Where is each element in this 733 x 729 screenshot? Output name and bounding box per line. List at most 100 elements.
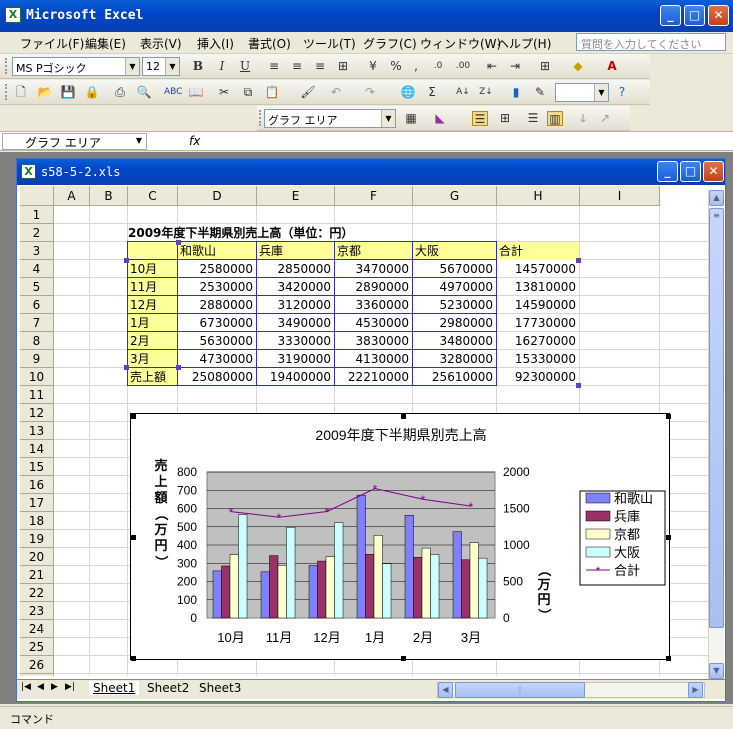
currency-icon[interactable]: ¥ xyxy=(365,59,381,74)
row-header[interactable]: 26 xyxy=(20,656,54,674)
row-header[interactable]: 17 xyxy=(20,494,54,512)
align-left-icon[interactable]: ≡ xyxy=(266,59,282,74)
bar-大阪[interactable] xyxy=(286,527,296,619)
menu-item[interactable]: 書式(O) xyxy=(248,35,291,52)
column-header[interactable]: B xyxy=(90,186,128,206)
chart-selection-handle[interactable] xyxy=(401,414,406,419)
sheet-tab-sheet2[interactable]: Sheet2 xyxy=(143,681,193,695)
ask-question-input[interactable]: 質問を入力してください xyxy=(576,33,726,51)
toolbar-grip[interactable] xyxy=(5,58,8,74)
paste-icon[interactable]: 📋 xyxy=(264,85,280,100)
bar-和歌山[interactable] xyxy=(356,494,366,619)
data-table-icon[interactable]: ⊞ xyxy=(497,111,513,126)
workbook-close-button[interactable]: ✕ xyxy=(703,161,724,182)
menu-item[interactable]: グラフ(C) xyxy=(363,35,417,52)
align-right-icon[interactable]: ≡ xyxy=(312,59,328,74)
row-header[interactable]: 8 xyxy=(20,332,54,350)
chart-object-select[interactable]: グラフ エリア ▼ xyxy=(264,109,396,128)
total-value-cell[interactable]: 92300000 xyxy=(497,368,579,386)
row-header[interactable]: 14 xyxy=(20,440,54,458)
value-cell[interactable]: 14570000 xyxy=(497,260,579,278)
drawing-icon[interactable]: ✎ xyxy=(532,85,548,100)
bar-京都[interactable] xyxy=(277,565,287,619)
row-header[interactable]: 15 xyxy=(20,458,54,476)
value-cell[interactable]: 16270000 xyxy=(497,332,579,350)
row-header[interactable]: 18 xyxy=(20,512,54,530)
row-header[interactable]: 16 xyxy=(20,476,54,494)
align-center-icon[interactable]: ≡ xyxy=(289,59,305,74)
bar-京都[interactable] xyxy=(421,547,431,619)
range-handle[interactable] xyxy=(124,365,129,370)
column-header[interactable]: E xyxy=(257,186,335,206)
workbook-restore-button[interactable]: □ xyxy=(680,161,701,182)
row-header[interactable]: 10 xyxy=(20,368,54,386)
row-header[interactable]: 22 xyxy=(20,584,54,602)
row-header[interactable]: 19 xyxy=(20,530,54,548)
column-header[interactable]: I xyxy=(580,186,660,206)
row-header[interactable]: 21 xyxy=(20,566,54,584)
permission-icon[interactable]: 🔒 xyxy=(84,85,100,100)
by-row-icon[interactable]: ☰ xyxy=(525,111,541,126)
bar-大阪[interactable] xyxy=(238,514,248,619)
bar-和歌山[interactable] xyxy=(404,515,414,619)
row-header[interactable]: 7 xyxy=(20,314,54,332)
chart-area[interactable]: 0 100 200 300 400 500 600 700 800 0 500 1000 1500 200… xyxy=(130,413,671,661)
bar-和歌山[interactable] xyxy=(308,565,318,619)
bold-button[interactable]: B xyxy=(190,59,206,74)
format-painter-icon[interactable]: 🖌 xyxy=(300,85,316,100)
menu-item[interactable]: 挿入(I) xyxy=(197,35,234,52)
scroll-thumb[interactable]: ≡ xyxy=(709,208,724,628)
bar-大阪[interactable] xyxy=(334,522,344,619)
hyperlink-icon[interactable]: 🌐 xyxy=(400,85,416,100)
tab-nav-first-icon[interactable]: |◀ xyxy=(21,682,31,692)
scroll-down-button[interactable]: ▼ xyxy=(709,663,724,679)
menu-item[interactable]: 編集(E) xyxy=(85,35,126,52)
value-cell[interactable]: 17730000 xyxy=(497,314,579,332)
menu-item[interactable]: 表示(V) xyxy=(140,35,182,52)
fill-color-icon[interactable]: ◆ xyxy=(570,59,586,74)
sheet-tab-sheet1[interactable]: Sheet1 xyxy=(89,681,140,695)
increase-decimal-icon[interactable]: .0 xyxy=(430,59,446,74)
row-header[interactable]: 2 xyxy=(20,224,54,242)
row-header[interactable]: 6 xyxy=(20,296,54,314)
undo-icon[interactable]: ↶ xyxy=(328,85,344,100)
print-icon[interactable]: ⎙ xyxy=(112,85,128,100)
bar-兵庫[interactable] xyxy=(413,556,423,619)
embedded-chart[interactable]: 0 100 200 300 400 500 600 700 800 0 500 1000 1500 200… xyxy=(131,414,671,661)
column-header[interactable]: A xyxy=(54,186,90,206)
range-handle[interactable] xyxy=(176,240,181,245)
vertical-scrollbar[interactable]: ▲ ≡ ▼ xyxy=(708,190,724,680)
print-preview-icon[interactable]: 🔍 xyxy=(136,85,152,100)
new-file-icon[interactable]: 🗋 xyxy=(13,85,29,100)
chart-selection-handle[interactable] xyxy=(666,414,671,419)
research-icon[interactable]: 📖 xyxy=(188,85,204,100)
row-header[interactable]: 9 xyxy=(20,350,54,368)
row-header[interactable]: 23 xyxy=(20,602,54,620)
underline-button[interactable]: U xyxy=(237,59,253,74)
decrease-decimal-icon[interactable]: .00 xyxy=(455,59,471,74)
bar-大阪[interactable] xyxy=(430,554,440,619)
chart-selection-handle[interactable] xyxy=(666,656,671,661)
close-button[interactable]: ✕ xyxy=(708,5,729,26)
row-header[interactable]: 20 xyxy=(20,548,54,566)
toolbar-grip[interactable] xyxy=(5,84,8,100)
workbook-minimize-button[interactable]: _ xyxy=(657,161,678,182)
format-chart-area-icon[interactable]: ▦ xyxy=(403,111,419,126)
bar-兵庫[interactable] xyxy=(221,565,231,619)
range-handle[interactable] xyxy=(124,258,129,263)
scroll-up-button[interactable]: ▲ xyxy=(709,190,724,206)
fx-icon[interactable]: fx xyxy=(189,134,200,148)
range-handle[interactable] xyxy=(576,383,581,388)
angle-text-up-icon[interactable]: ↗ xyxy=(597,111,613,126)
font-size-select[interactable]: 12 ▼ xyxy=(142,57,180,76)
value-cell[interactable]: 14590000 xyxy=(497,296,579,314)
zoom-select[interactable]: ▼ xyxy=(555,83,609,102)
row-header[interactable]: 12 xyxy=(20,404,54,422)
toolbar-grip[interactable] xyxy=(259,110,262,126)
bar-兵庫[interactable] xyxy=(365,554,375,619)
tab-nav-next-icon[interactable]: ▶ xyxy=(51,682,58,692)
sort-ascending-icon[interactable]: A↓ xyxy=(455,85,471,100)
bar-和歌山[interactable] xyxy=(452,531,462,619)
bar-和歌山[interactable] xyxy=(260,571,270,619)
tab-nav-prev-icon[interactable]: ◀ xyxy=(37,682,44,692)
